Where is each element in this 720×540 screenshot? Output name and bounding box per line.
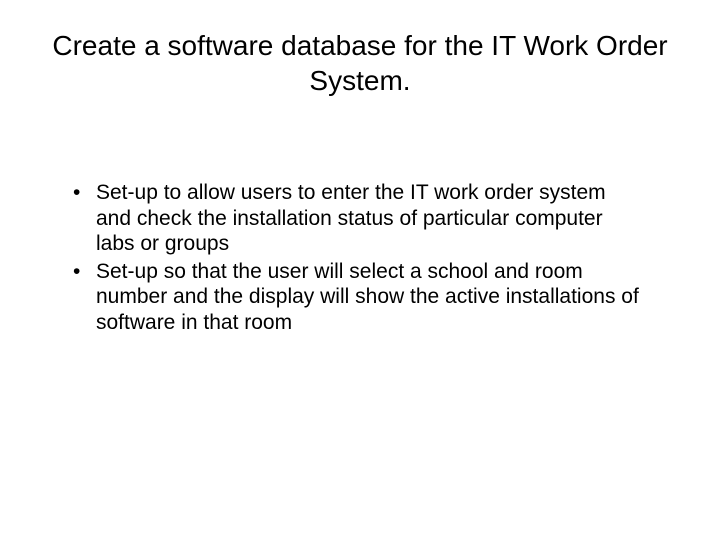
bullet-item: Set-up to allow users to enter the IT wo… <box>68 180 640 257</box>
slide-title: Create a software database for the IT Wo… <box>0 0 720 98</box>
bullet-list: Set-up to allow users to enter the IT wo… <box>0 98 720 336</box>
bullet-item: Set-up so that the user will select a sc… <box>68 259 640 336</box>
